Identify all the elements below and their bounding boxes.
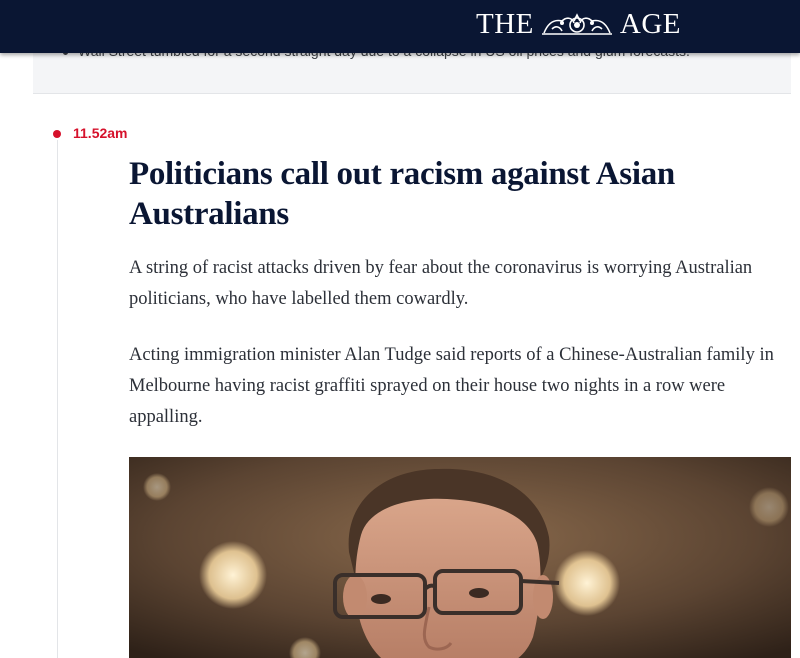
masthead-logo[interactable]: THE AGE [476,6,681,42]
masthead-word-the: THE [476,7,534,40]
timeline-line [57,140,58,658]
post-paragraph: Acting immigration minister Alan Tudge s… [129,345,774,427]
site-header: THE AGE [0,0,800,53]
page: Wall Street tumbled for a second straigh… [0,0,800,658]
post-photo[interactable] [129,457,791,658]
photo-image [129,457,791,658]
post-headline: Politicians call out racism against Asia… [129,156,675,232]
timeline-dot-icon [53,130,61,138]
coat-of-arms-icon [541,13,612,35]
masthead-word-age: AGE [619,7,681,40]
post-paragraph: A string of racist attacks driven by fea… [129,258,753,309]
post-timestamp: 11.52am [73,125,128,141]
